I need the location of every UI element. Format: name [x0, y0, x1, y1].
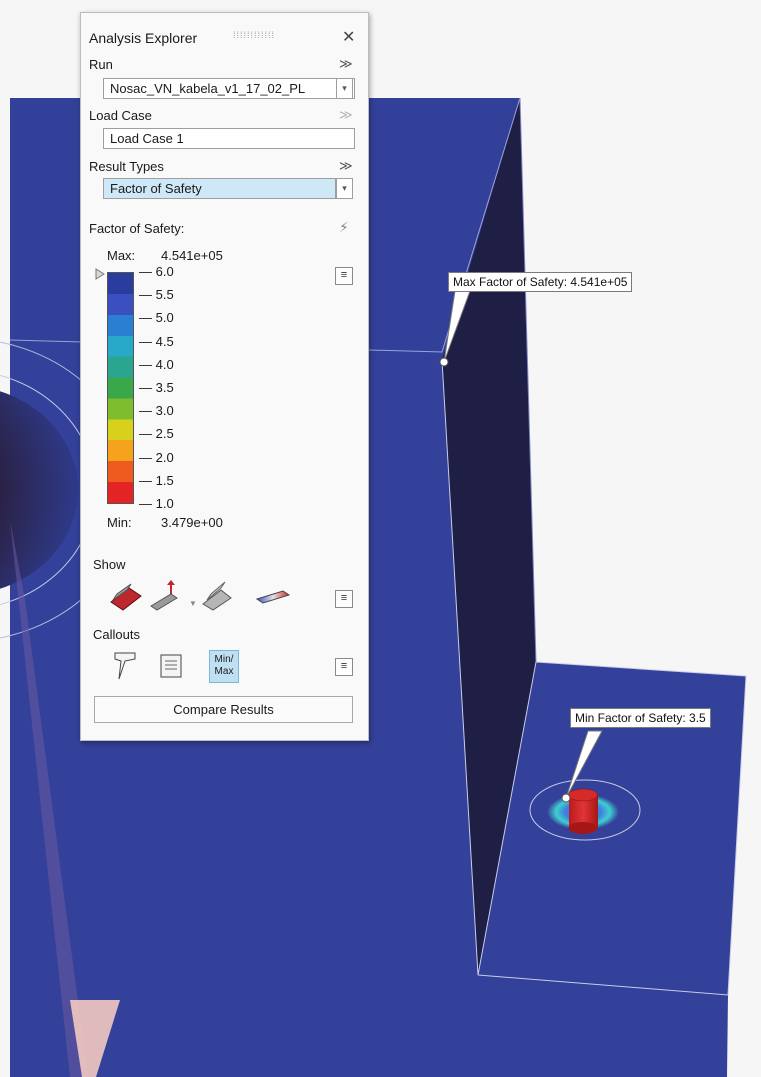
run-select[interactable]: Nosac_VN_kabela_v1_17_02_PL [103, 78, 355, 99]
load-case-label: Load Case [89, 108, 152, 123]
run-label: Run [89, 57, 113, 72]
legend-min-value: 3.479e+00 [161, 515, 223, 530]
load-case-field[interactable]: Load Case 1 [103, 128, 355, 149]
max-point-marker[interactable] [439, 357, 449, 367]
min-max-line2: Max [214, 666, 234, 677]
legend-min-label: Min: [107, 515, 132, 530]
callouts-label: Callouts [93, 627, 140, 642]
undeformed-shape-icon[interactable] [199, 580, 235, 612]
min-cylinder-bottom [568, 822, 598, 834]
legend-colorbar [107, 272, 134, 504]
result-types-label: Result Types [89, 159, 164, 174]
legend-max-value: 4.541e+05 [161, 248, 223, 263]
load-case-expand-double-chevron-icon[interactable]: ≫ [339, 107, 353, 123]
legend-tick: — 2.5 [139, 426, 174, 442]
close-icon[interactable]: ✕ [342, 27, 355, 47]
legend-tick: — 6.0 [139, 264, 174, 279]
lightning-icon[interactable]: ⚡ [339, 219, 349, 236]
legend-tick: — 5.0 [139, 310, 174, 326]
drag-grip-icon[interactable]: ⁞⁞⁞⁞⁞⁞⁞⁞⁞⁞⁞⁞ [233, 30, 275, 40]
legend-menu-hamburger-icon[interactable]: ≡ [335, 267, 353, 285]
legend-tick: — 1.0 [139, 496, 174, 511]
legend-slider-arrow-icon[interactable] [95, 268, 105, 280]
legend-tick: — 4.0 [139, 356, 174, 372]
min-max-line1: Min/ [214, 654, 234, 665]
result-types-dropdown-chevron-icon[interactable]: ▾ [336, 178, 353, 199]
legend-tick: — 1.5 [139, 472, 174, 488]
legend-tick: — 2.0 [139, 449, 174, 465]
deformed-shape-icon[interactable] [107, 580, 143, 612]
legend-title: Factor of Safety: [89, 221, 185, 236]
min-max-toggle[interactable]: Min/ Max [209, 650, 239, 683]
contour-icon[interactable] [255, 585, 291, 607]
show-menu-hamburger-icon[interactable]: ≡ [335, 590, 353, 608]
result-types-select[interactable]: Factor of Safety [103, 178, 336, 199]
min-callout[interactable]: Min Factor of Safety: 3.5 [570, 708, 711, 728]
run-expand-double-chevron-icon[interactable]: ≫ [339, 56, 353, 72]
analysis-explorer-panel[interactable]: Analysis Explorer ⁞⁞⁞⁞⁞⁞⁞⁞⁞⁞⁞⁞ ✕ Run ≫ N… [80, 12, 369, 741]
legend-tick: — 5.5 [139, 287, 174, 303]
legend-max-label: Max: [107, 248, 136, 263]
loads-icon[interactable] [149, 580, 185, 612]
panel-title: Analysis Explorer [89, 30, 198, 46]
min-cylinder-top [568, 788, 598, 802]
callouts-menu-hamburger-icon[interactable]: ≡ [335, 658, 353, 676]
legend-tick: — 3.0 [139, 403, 174, 419]
note-callout-icon[interactable] [159, 653, 185, 681]
compare-results-button[interactable]: Compare Results [94, 696, 353, 723]
show-label: Show [93, 557, 126, 572]
legend-tick: — 3.5 [139, 380, 174, 395]
max-callout[interactable]: Max Factor of Safety: 4.541e+05 [448, 272, 633, 292]
loads-dropdown-icon[interactable]: ▼ [189, 599, 197, 608]
min-point-marker[interactable] [561, 793, 571, 803]
callout-pointer-icon[interactable] [113, 651, 139, 681]
result-types-expand-double-chevron-icon[interactable]: ≫ [339, 158, 353, 174]
run-dropdown-chevron-icon[interactable]: ▾ [336, 78, 353, 99]
legend-tick: — 4.5 [139, 333, 174, 349]
